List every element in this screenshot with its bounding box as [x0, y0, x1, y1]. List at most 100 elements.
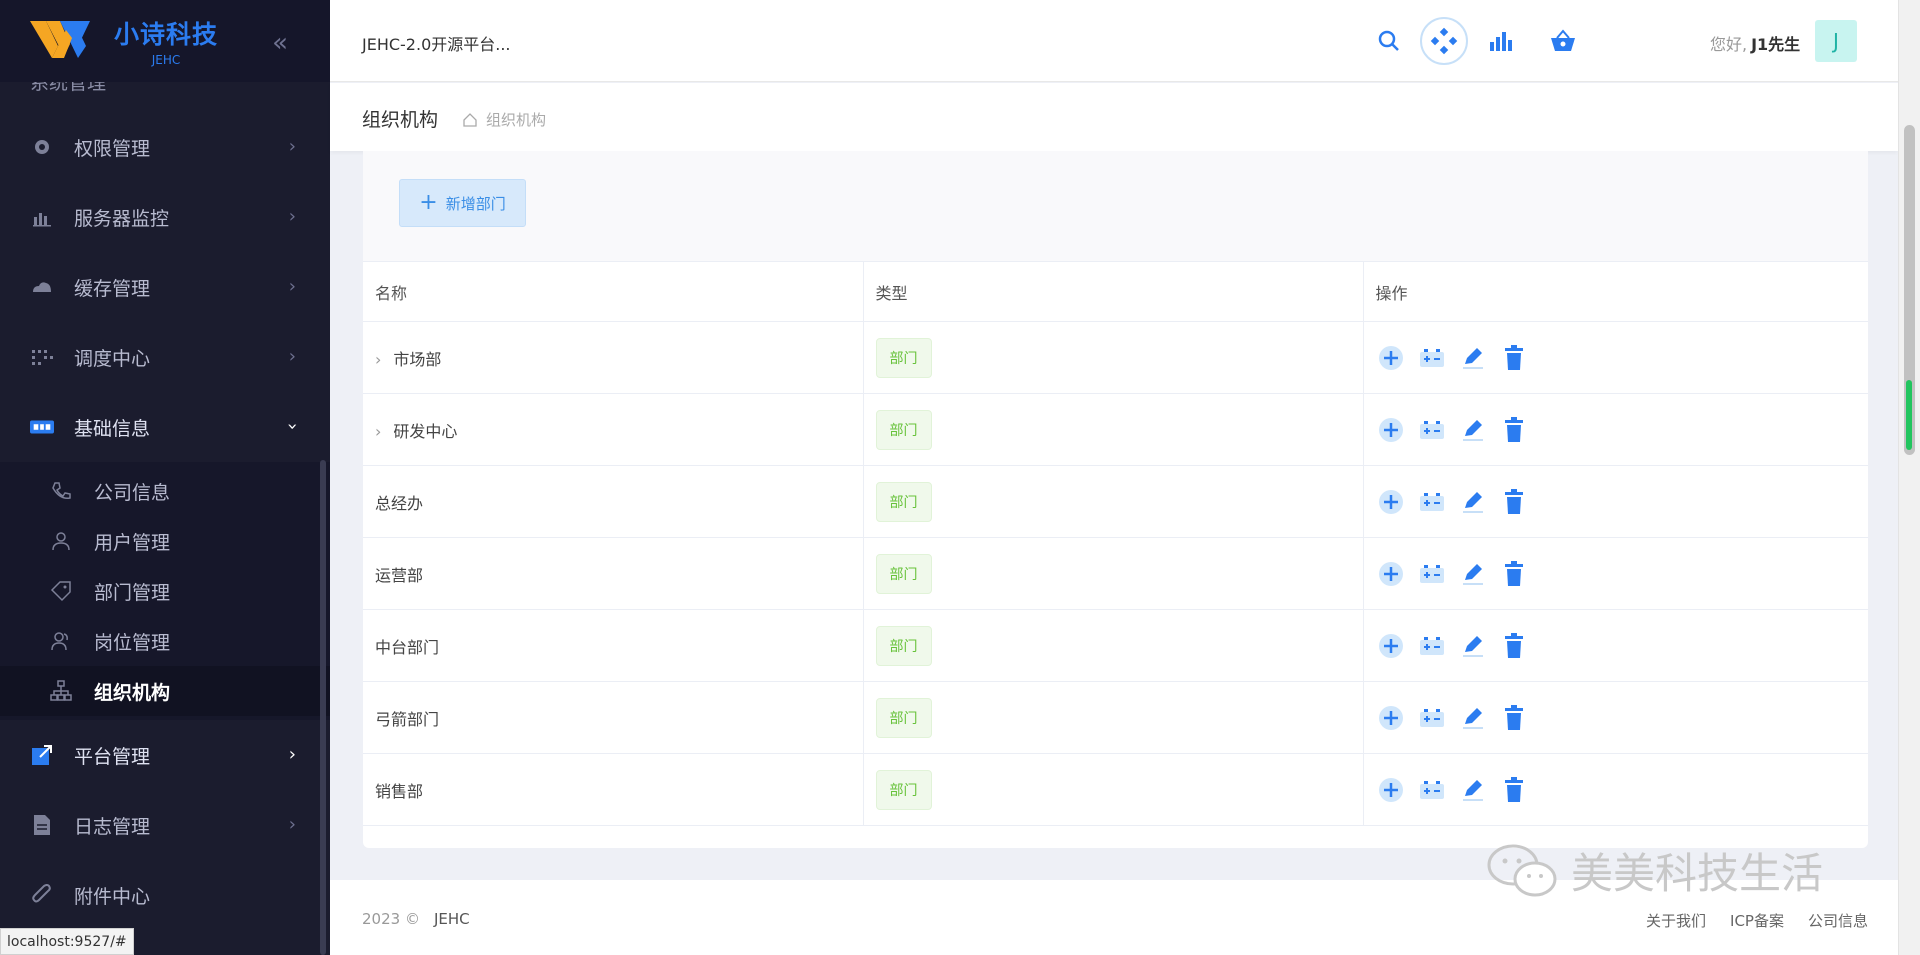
bar-chart-icon [30, 205, 54, 229]
expand-chevron-icon[interactable]: › [375, 350, 381, 369]
bar-chart-icon[interactable] [1483, 22, 1521, 60]
page-scrollbar[interactable] [1898, 0, 1920, 955]
add-child-icon[interactable] [1376, 703, 1406, 733]
sidebar-item-system[interactable]: 系统管理 [0, 82, 330, 112]
type-cell: 部门 [863, 465, 1364, 538]
footer-link-icp[interactable]: ICP备案 [1730, 910, 1784, 931]
chevron-right-icon: › [288, 346, 296, 367]
battery-adjust-icon[interactable] [1417, 775, 1447, 805]
apps-icon[interactable] [1420, 17, 1468, 65]
battery-adjust-icon[interactable] [1417, 631, 1447, 661]
column-header-name: 名称 [363, 261, 864, 322]
edit-icon[interactable] [1458, 559, 1488, 589]
sidebar-subitem-user-mgmt[interactable]: 用户管理 [0, 516, 330, 566]
watermark-text: 美美科技生活 [1571, 849, 1824, 898]
users-icon [50, 630, 72, 652]
sidebar-item-cache[interactable]: 缓存管理 › [0, 252, 330, 322]
export-icon [30, 743, 54, 767]
footer-link-company[interactable]: 公司信息 [1808, 910, 1868, 931]
actions-cell [1363, 537, 1868, 610]
sidebar-item-server-monitor[interactable]: 服务器监控 › [0, 182, 330, 252]
edit-icon[interactable] [1458, 415, 1488, 445]
sidebar: 小诗科技 JEHC « 系统管理 权限管理 › 服务器监控 › 缓存管理 › 调… [0, 0, 330, 955]
delete-icon[interactable] [1499, 559, 1529, 589]
battery-adjust-icon[interactable] [1417, 703, 1447, 733]
add-child-icon[interactable] [1376, 775, 1406, 805]
battery-adjust-icon[interactable] [1417, 487, 1447, 517]
chevron-right-icon: › [288, 136, 296, 157]
sidebar-subitem-org-structure[interactable]: 组织机构 [0, 666, 330, 716]
battery-adjust-icon[interactable] [1417, 343, 1447, 373]
sidebar-item-label: 日志管理 [74, 815, 151, 838]
sidebar-subitem-label: 组织机构 [94, 681, 171, 704]
sidebar-item-basic-info[interactable]: 基础信息 › [0, 392, 330, 462]
home-icon[interactable] [462, 112, 478, 128]
collapse-sidebar-icon[interactable]: « [272, 28, 288, 58]
footer-links: 关于我们 ICP备案 公司信息 [1646, 910, 1868, 931]
name-cell: 中台部门 [363, 609, 864, 682]
name-cell: › 市场部 [363, 321, 864, 394]
name-cell: 运营部 [363, 537, 864, 610]
avatar[interactable]: J [1815, 20, 1857, 62]
sidebar-subitem-post-mgmt[interactable]: 岗位管理 [0, 616, 330, 666]
column-header-actions: 操作 [1363, 261, 1868, 322]
add-department-label: 新增部门 [445, 194, 506, 213]
sidebar-subitem-dept-mgmt[interactable]: 部门管理 [0, 566, 330, 616]
delete-icon[interactable] [1499, 415, 1529, 445]
edit-icon[interactable] [1458, 775, 1488, 805]
table-row: 中台部门 部门 [363, 609, 1868, 682]
expand-chevron-icon[interactable]: › [375, 422, 381, 441]
sidebar-item-logs[interactable]: 日志管理 › [0, 790, 330, 860]
edit-icon[interactable] [1458, 343, 1488, 373]
breadcrumb-item[interactable]: 组织机构 [486, 109, 546, 130]
edit-icon[interactable] [1458, 703, 1488, 733]
watermark: 美美科技生活 [1485, 840, 1823, 901]
department-name: 运营部 [375, 565, 424, 585]
card-icon [30, 415, 54, 439]
sidebar-subitem-company-info[interactable]: 公司信息 [0, 466, 330, 516]
paperclip-icon [30, 883, 54, 907]
plus-icon: + [419, 190, 438, 215]
edit-icon[interactable] [1458, 487, 1488, 517]
department-name: 总经办 [375, 493, 424, 513]
add-child-icon[interactable] [1376, 415, 1406, 445]
add-child-icon[interactable] [1376, 559, 1406, 589]
type-cell: 部门 [863, 609, 1364, 682]
delete-icon[interactable] [1499, 343, 1529, 373]
add-child-icon[interactable] [1376, 343, 1406, 373]
copyright-year: 2023 © [362, 910, 420, 928]
toolbar: + 新增部门 [363, 151, 1868, 261]
logo-bar: 小诗科技 JEHC « [0, 0, 330, 82]
chevron-down-icon: › [281, 422, 303, 431]
delete-icon[interactable] [1499, 487, 1529, 517]
cloud-icon [30, 275, 54, 299]
scroll-indicator [1906, 380, 1912, 450]
type-tag: 部门 [875, 625, 932, 666]
add-child-icon[interactable] [1376, 631, 1406, 661]
edit-icon[interactable] [1458, 631, 1488, 661]
table-row: › 市场部 部门 [363, 321, 1868, 394]
sidebar-item-permissions[interactable]: 权限管理 › [0, 112, 330, 182]
battery-adjust-icon[interactable] [1417, 415, 1447, 445]
chevron-right-icon: › [288, 206, 296, 227]
sidebar-item-attachments[interactable]: 附件中心 [0, 860, 330, 930]
add-child-icon[interactable] [1376, 487, 1406, 517]
table-row: 总经办 部门 [363, 465, 1868, 538]
delete-icon[interactable] [1499, 703, 1529, 733]
sidebar-item-scheduler[interactable]: 调度中心 › [0, 322, 330, 392]
footer-link-about[interactable]: 关于我们 [1646, 910, 1706, 931]
delete-icon[interactable] [1499, 775, 1529, 805]
brand-subtitle: JEHC [151, 53, 181, 67]
sidebar-item-label: 权限管理 [74, 137, 151, 160]
search-icon[interactable] [1370, 22, 1408, 60]
table-row: › 研发中心 部门 [363, 393, 1868, 466]
department-name: 研发中心 [393, 421, 458, 441]
type-cell: 部门 [863, 393, 1364, 466]
sidebar-scrollbar[interactable] [320, 460, 326, 955]
add-department-button[interactable]: + 新增部门 [399, 179, 526, 227]
sidebar-item-platform[interactable]: 平台管理 › [0, 720, 330, 790]
basket-icon[interactable] [1544, 22, 1582, 60]
battery-adjust-icon[interactable] [1417, 559, 1447, 589]
type-cell: 部门 [863, 321, 1364, 394]
delete-icon[interactable] [1499, 631, 1529, 661]
